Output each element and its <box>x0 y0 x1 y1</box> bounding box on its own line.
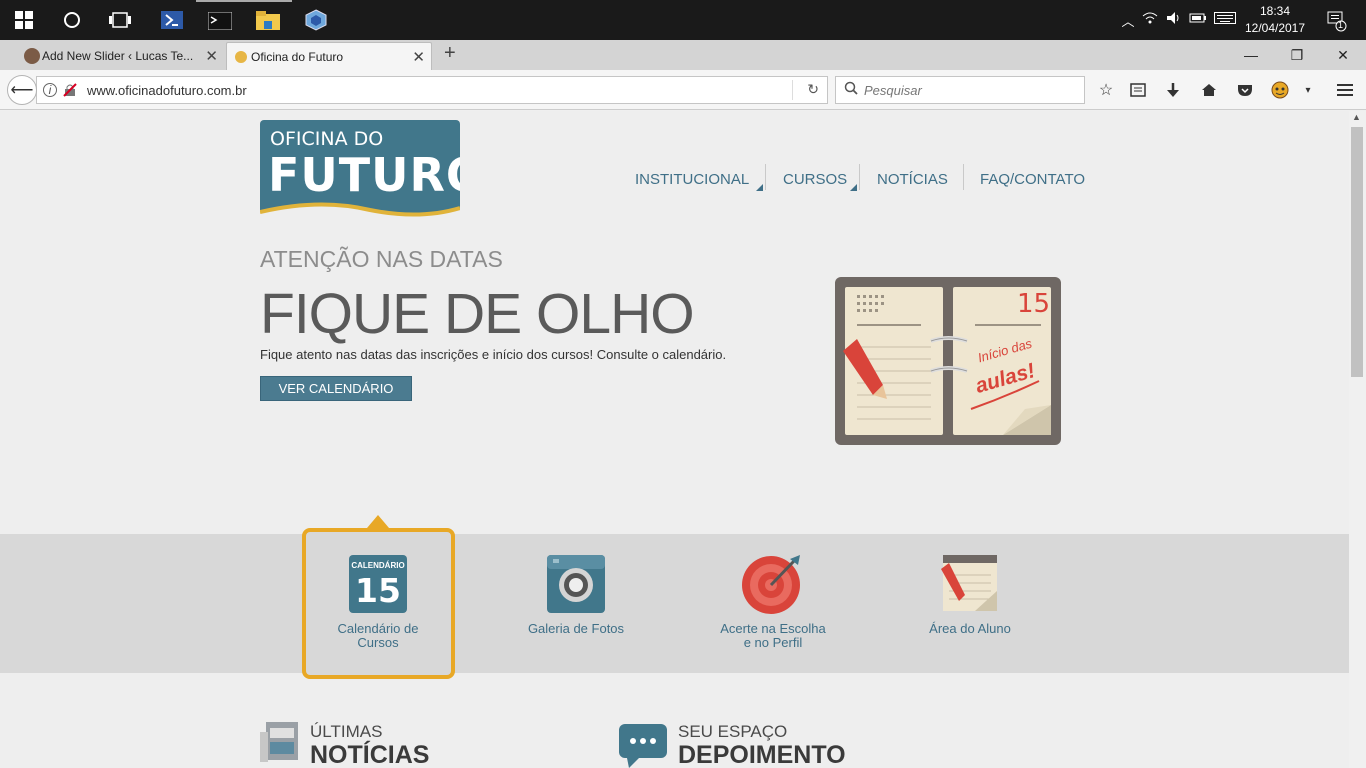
section-depoimento-title: DEPOIMENTO <box>678 741 846 768</box>
section-seu-espaco-label: SEU ESPAÇO <box>678 722 788 741</box>
newspaper-icon <box>260 722 298 762</box>
pocket-icon[interactable] <box>1233 78 1257 102</box>
avatar-favicon-icon <box>24 48 40 64</box>
arrow-left-icon: ⟵ <box>10 82 34 99</box>
logo-wave-icon <box>260 202 460 226</box>
tab-oficina-do-futuro[interactable]: Oficina do Futuro ✕ <box>226 42 432 70</box>
institucional-dropdown-icon <box>756 184 763 191</box>
search-icon <box>844 81 858 100</box>
insecure-icon[interactable] <box>63 83 77 102</box>
tab-title: Add New Slider ‹ Lucas Te... <box>42 49 194 63</box>
site-logo[interactable]: OFICINA DO FUTURO <box>260 120 460 226</box>
url-text: www.oficinadofuturo.com.br <box>87 82 247 98</box>
search-input[interactable]: Pesquisar <box>864 83 922 98</box>
new-tab-button[interactable]: + <box>444 42 456 65</box>
file-explorer-icon[interactable] <box>244 0 292 40</box>
cursos-dropdown-icon <box>850 184 857 191</box>
feature-label: Acerte na Escolha e no Perfil <box>720 621 826 650</box>
browser-tab-strip: Add New Slider ‹ Lucas Te... ✕ Oficina d… <box>0 40 1366 70</box>
chat-bubble-icon <box>619 724 667 768</box>
feature-calendario-de-cursos[interactable]: CALENDÁRIO 15 Calendário de Cursos <box>303 534 453 673</box>
search-bar[interactable]: Pesquisar <box>835 76 1085 104</box>
tray-icons: ︿ <box>1118 0 1240 40</box>
clock-time: 18:34 <box>1259 4 1291 18</box>
notification-count: 1 <box>1338 20 1344 30</box>
home-icon[interactable] <box>1197 78 1221 102</box>
tab-title: Oficina do Futuro <box>251 49 344 64</box>
hero-kicker: ATENÇÃO NAS DATAS <box>260 246 503 272</box>
dropdown-arrow-icon[interactable]: ▾ <box>1296 78 1320 102</box>
tab-add-new-slider[interactable]: Add New Slider ‹ Lucas Te... ✕ <box>18 42 224 70</box>
feature-galeria-de-fotos[interactable]: Galeria de Fotos <box>501 534 651 673</box>
keyboard-icon[interactable] <box>1210 11 1240 29</box>
restore-button[interactable]: ❐ <box>1274 40 1320 70</box>
menu-cursos[interactable]: CURSOS <box>783 171 847 188</box>
logo-line1: OFICINA DO <box>270 128 384 150</box>
system-clock[interactable]: 18:34 12/04/2017 <box>1240 3 1310 37</box>
close-tab-icon[interactable]: ✕ <box>205 47 218 65</box>
menu-faq-contato[interactable]: FAQ/CONTATO <box>980 171 1085 188</box>
calendar-icon-title: CALENDÁRIO <box>351 561 405 570</box>
section-ultimas-label: ÚLTIMAS <box>310 722 383 741</box>
planner-day: 15 <box>1017 289 1051 319</box>
wifi-icon[interactable] <box>1138 11 1162 30</box>
hamburger-menu-icon[interactable] <box>1333 78 1357 102</box>
calendar-icon-day: 15 <box>355 571 401 610</box>
close-tab-icon[interactable]: ✕ <box>412 48 425 66</box>
feature-acerte-na-escolha[interactable]: Acerte na Escolha e no Perfil <box>698 534 848 673</box>
windows-start-icon[interactable] <box>0 0 48 40</box>
hero-headline: FIQUE DE OLHO <box>260 282 695 346</box>
selected-pointer <box>367 515 389 528</box>
url-bar[interactable]: i www.oficinadofuturo.com.br ↻ <box>36 76 828 104</box>
section-noticias-title: NOTÍCIAS <box>310 741 430 768</box>
menu-divider <box>963 164 964 190</box>
feature-label: Calendário de Cursos <box>337 621 419 650</box>
extension-face-icon[interactable] <box>1268 78 1292 102</box>
action-center-icon[interactable]: 1 <box>1326 10 1348 32</box>
info-icon[interactable]: i <box>43 83 57 97</box>
owl-favicon-icon <box>233 49 249 65</box>
menu-divider <box>765 164 766 190</box>
scroll-up-icon[interactable]: ▲ <box>1352 112 1361 122</box>
logo-line2: FUTURO <box>268 148 460 202</box>
reading-list-icon[interactable] <box>1126 78 1150 102</box>
reload-icon[interactable]: ↻ <box>807 81 819 98</box>
close-window-button[interactable]: ✕ <box>1320 40 1366 70</box>
feature-label: Área do Aluno <box>929 621 1011 636</box>
camera-icon <box>547 555 605 613</box>
web-page: OFICINA DO FUTURO INSTITUCIONAL CURSOS N… <box>0 111 1349 768</box>
browser-nav-bar: i www.oficinadofuturo.com.br ↻ ⟵ Pesquis… <box>0 70 1366 110</box>
powershell-icon[interactable] <box>148 0 196 40</box>
menu-divider <box>859 164 860 190</box>
page-scrollbar[interactable]: ▲ <box>1349 111 1366 768</box>
calendar-icon: CALENDÁRIO 15 <box>349 555 407 613</box>
chevron-up-icon[interactable]: ︿ <box>1118 11 1138 30</box>
url-divider <box>792 80 793 100</box>
menu-noticias[interactable]: NOTÍCIAS <box>877 171 948 188</box>
hero-lead: Fique atento nas datas das inscrições e … <box>260 347 727 362</box>
feature-label: Galeria de Fotos <box>527 621 625 636</box>
scrollbar-thumb[interactable] <box>1351 127 1363 377</box>
feature-strip <box>0 534 1349 673</box>
clock-date: 12/04/2017 <box>1244 21 1306 35</box>
windows-taskbar: ︿ 18:34 12/04/2017 1 <box>0 0 1366 40</box>
download-icon[interactable] <box>1161 78 1185 102</box>
feature-area-do-aluno[interactable]: Área do Aluno <box>895 534 1045 673</box>
battery-icon[interactable] <box>1186 11 1210 29</box>
virtualbox-icon[interactable] <box>292 0 340 40</box>
terminal-icon[interactable] <box>196 0 244 40</box>
planner-illustration: 15 Início das aulas! <box>835 277 1061 445</box>
target-icon <box>742 555 800 614</box>
notepad-icon <box>941 555 997 611</box>
minimize-button[interactable]: — <box>1228 40 1274 70</box>
volume-icon[interactable] <box>1162 11 1186 30</box>
bookmark-star-icon[interactable]: ☆ <box>1094 78 1118 102</box>
cortana-circle-icon[interactable] <box>48 0 96 40</box>
back-button[interactable]: ⟵ <box>7 75 37 105</box>
menu-institucional[interactable]: INSTITUCIONAL <box>635 171 749 188</box>
task-view-icon[interactable] <box>96 0 144 40</box>
ver-calendario-button[interactable]: VER CALENDÁRIO <box>260 376 412 401</box>
